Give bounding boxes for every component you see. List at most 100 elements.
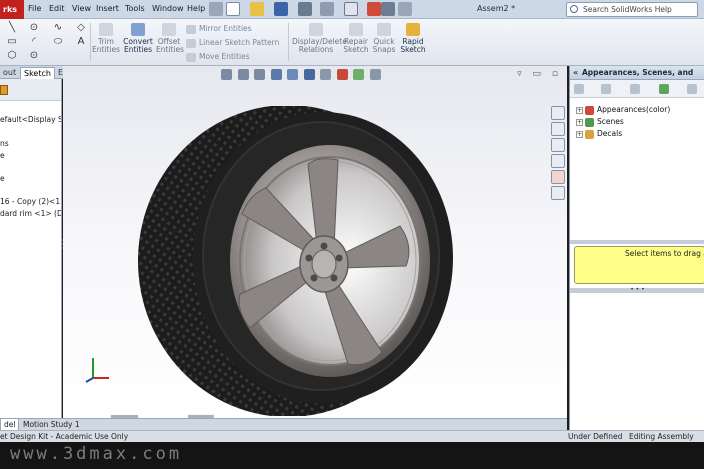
polygon-icon[interactable]: ⬡ [6, 51, 18, 61]
scene-icon [585, 117, 594, 127]
menu-insert[interactable]: Insert [96, 4, 119, 13]
tree-item-origin[interactable]: e [0, 174, 5, 183]
mirror-label: Mirror Entities [199, 24, 252, 33]
menu-edit[interactable]: Edit [49, 4, 65, 13]
decal-icon [585, 129, 594, 139]
customize-icon[interactable] [398, 2, 412, 16]
undo-icon[interactable] [320, 2, 334, 16]
spline-icon[interactable]: ∿ [52, 23, 64, 33]
menu-tools[interactable]: Tools [125, 4, 145, 13]
previous-view-icon[interactable] [254, 69, 266, 80]
menu-window[interactable]: Window [152, 4, 184, 13]
design-library-icon[interactable] [551, 122, 565, 136]
custom-properties-icon[interactable] [551, 186, 565, 200]
arc-icon[interactable]: ◜ [28, 37, 40, 47]
hide-show-items-icon[interactable] [320, 69, 332, 80]
move-label: Move Entities [199, 52, 250, 61]
snaps-icon [377, 23, 391, 36]
task-pane-tabs [548, 104, 568, 202]
offset-label: Offset Entities [156, 37, 185, 54]
trim-icon [99, 23, 113, 36]
expand-icon[interactable]: + [576, 130, 583, 138]
tree-item-configuration[interactable]: efault<Display Sta [0, 115, 61, 124]
new-document-icon[interactable] [226, 2, 240, 16]
ellipse-icon[interactable]: ⬭ [52, 37, 64, 47]
feature-tree-header [0, 79, 61, 101]
edit-appearance-icon[interactable] [336, 69, 348, 80]
viewport-window-controls[interactable]: ▿ ▭ ▫ [517, 69, 562, 79]
pattern-icon [186, 38, 196, 48]
menu-view[interactable]: View [72, 4, 91, 13]
open-folder-icon[interactable] [250, 2, 264, 16]
linear-pattern-button[interactable]: Linear Sketch Pattern [186, 38, 279, 48]
rebuild-icon[interactable] [367, 2, 381, 16]
rapid-sketch-button[interactable]: Rapid Sketch [399, 23, 427, 54]
repair-label: Repair Sketch [343, 37, 369, 54]
trim-entities-button[interactable]: Trim Entities [92, 23, 120, 54]
filter-icon[interactable] [0, 85, 8, 95]
expand-icon[interactable]: + [576, 118, 583, 126]
save-icon[interactable] [274, 2, 288, 16]
view-orientation-icon[interactable] [287, 69, 299, 80]
tree-item-tire-copy[interactable]: 16 - Copy (2)<1> [0, 197, 61, 206]
collapse-pane-icon[interactable]: « [573, 66, 578, 79]
view-settings-icon[interactable] [369, 69, 381, 80]
status-bar: et Design Kit - Academic Use Only Under … [0, 430, 704, 442]
apply-scene-icon[interactable] [353, 69, 365, 80]
display-delete-relations-button[interactable]: Display/Delete Relations [292, 23, 347, 54]
convert-entities-button[interactable]: Convert Entities [122, 23, 154, 54]
tab-motion-study[interactable]: Motion Study 1 [20, 419, 83, 430]
select-arrow-icon[interactable] [344, 2, 358, 16]
mirror-entities-button[interactable]: Mirror Entities [186, 24, 252, 34]
menu-bar: rks File Edit View Insert Tools Window H… [0, 0, 704, 19]
tree-item-standard-rim[interactable]: dard rim <1> (Def [0, 209, 61, 218]
task-pane-resize-grip[interactable]: • • • [570, 287, 704, 293]
point-icon[interactable]: ⊙ [28, 51, 40, 61]
repair-sketch-button[interactable]: Repair Sketch [343, 23, 369, 54]
up-folder-icon[interactable] [630, 84, 640, 94]
back-icon[interactable] [574, 84, 584, 94]
offset-entities-button[interactable]: Offset Entities [156, 23, 185, 54]
zoom-to-fit-icon[interactable] [221, 69, 232, 80]
tree-item-plane[interactable]: e [0, 151, 5, 160]
wheel-model[interactable] [138, 106, 468, 416]
graphics-viewport[interactable]: ▿ ▭ ▫ [63, 66, 567, 418]
tree-item-annotations[interactable]: ns [0, 139, 9, 148]
print-icon[interactable] [298, 2, 312, 16]
tree-decals-label: Decals [597, 129, 623, 138]
expand-icon[interactable]: + [576, 106, 583, 114]
quick-snaps-button[interactable]: Quick Snaps [372, 23, 396, 54]
help-search-input[interactable]: Search SolidWorks Help [566, 2, 698, 17]
line-icon[interactable]: ╲ [6, 23, 18, 33]
move-entities-button[interactable]: Move Entities [186, 52, 250, 62]
smart-dimension-icon[interactable]: ◇ [75, 23, 87, 33]
task-pane-splitter[interactable] [570, 240, 704, 244]
menu-help[interactable]: Help [187, 4, 205, 13]
tree-appearances[interactable]: + Appearances(color) [576, 105, 670, 115]
watermark-overlay: 三 西 网 [63, 404, 234, 418]
section-view-icon[interactable] [270, 69, 282, 80]
display-style-icon[interactable] [303, 69, 315, 80]
menu-file[interactable]: File [28, 4, 41, 13]
text-icon[interactable]: A [75, 37, 87, 47]
relations-icon [309, 23, 323, 36]
tab-sketch[interactable]: Sketch [20, 67, 55, 79]
refresh-icon[interactable] [659, 84, 669, 94]
zoom-area-icon[interactable] [237, 69, 249, 80]
circle-icon[interactable]: ⊙ [28, 23, 40, 33]
help-arrow-icon[interactable] [687, 84, 697, 94]
tree-decals[interactable]: + Decals [576, 129, 622, 139]
tab-layout[interactable]: out [0, 67, 19, 79]
rectangle-icon[interactable]: ▭ [6, 37, 18, 47]
pin-icon[interactable] [209, 2, 223, 16]
tree-scenes[interactable]: + Scenes [576, 117, 624, 127]
display-delete-label: Display/Delete Relations [292, 37, 347, 54]
tab-model[interactable]: del [0, 419, 20, 430]
options-icon[interactable] [381, 2, 395, 16]
file-explorer-icon[interactable] [551, 138, 565, 152]
app-logo[interactable]: rks [0, 0, 24, 19]
view-palette-icon[interactable] [551, 154, 565, 168]
appearances-tab-icon[interactable] [551, 170, 565, 184]
forward-icon[interactable] [601, 84, 611, 94]
resources-icon[interactable] [551, 106, 565, 120]
